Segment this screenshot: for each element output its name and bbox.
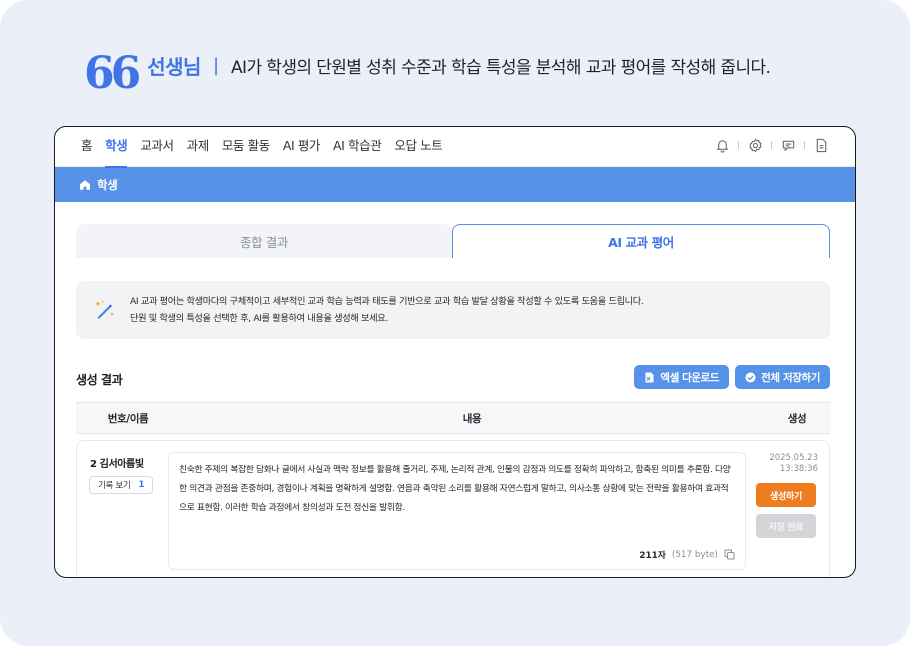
column-header-content: 내용 xyxy=(462,412,482,425)
nav-item-ai-assessment[interactable]: AI 평가 xyxy=(283,127,321,167)
top-navigation: 홈 학생 교과서 과제 모둠 활동 AI 평가 AI 학습관 오답 노트 xyxy=(55,127,855,168)
excel-download-label: 엑셀 다운로드 xyxy=(660,371,720,384)
caption-separator: | xyxy=(212,54,220,76)
excel-download-button[interactable]: 엑셀 다운로드 xyxy=(634,365,730,389)
check-circle-icon xyxy=(745,372,756,383)
info-line-2: 단원 및 학생의 특성을 선택한 후, AI를 활용하여 내용을 생성해 보세요… xyxy=(130,313,388,324)
nav-item-group-activity[interactable]: 모둠 활동 xyxy=(222,127,270,167)
breadcrumb-label: 학생 xyxy=(97,177,118,192)
comment-meta: 211자 (517 byte) xyxy=(639,548,735,561)
app-window: 홈 학생 교과서 과제 모둠 활동 AI 평가 AI 학습관 오답 노트 학생 … xyxy=(54,126,856,578)
nav-divider xyxy=(738,141,739,149)
settings-icon[interactable] xyxy=(747,137,763,153)
student-name: 2 김서아름빛 xyxy=(90,459,144,470)
nav-divider xyxy=(804,141,805,149)
save-complete-button: 저장 완료 xyxy=(756,514,816,538)
caption-description: AI가 학생의 단원별 성취 수준과 학습 특성을 분석해 교과 평어를 작성해… xyxy=(231,57,771,78)
breadcrumb: 학생 xyxy=(55,167,855,202)
table-row: 2 김서아름빛 기록 보기 1 친숙한 주제의 복잡한 담화나 글에서 사실과 … xyxy=(76,440,830,577)
info-text: AI 교과 평어는 학생마다의 구체적이고 세부적인 교과 학습 능력과 태도를… xyxy=(130,293,644,327)
nav-divider xyxy=(771,141,772,149)
tab-summary-result[interactable]: 종합 결과 xyxy=(76,224,452,258)
bell-icon[interactable] xyxy=(714,137,730,153)
nav-item-student[interactable]: 학생 xyxy=(105,127,128,168)
caption-role: 선생님 xyxy=(147,54,201,79)
section-title: 생성 결과 xyxy=(76,373,123,387)
view-record-button[interactable]: 기록 보기 1 xyxy=(89,476,154,494)
generated-date: 2025.05.23 xyxy=(769,453,818,463)
table-header: 번호/이름 내용 생성 xyxy=(76,402,830,434)
comment-text: 친숙한 주제의 복잡한 담화나 글에서 사실과 맥락 정보를 활용해 줄거리, … xyxy=(179,465,731,513)
comment-textarea[interactable]: 친숙한 주제의 복잡한 담화나 글에서 사실과 맥락 정보를 활용해 줄거리, … xyxy=(168,452,746,570)
byte-count: (517 byte) xyxy=(671,549,718,560)
save-all-label: 전체 저장하기 xyxy=(761,371,820,384)
nav-item-assignment[interactable]: 과제 xyxy=(187,127,210,167)
nav-item-ai-learning[interactable]: AI 학습관 xyxy=(333,127,382,167)
chat-icon[interactable] xyxy=(780,137,796,153)
info-box: AI 교과 평어는 학생마다의 구체적이고 세부적인 교과 학습 능력과 태도를… xyxy=(76,281,830,339)
save-all-button[interactable]: 전체 저장하기 xyxy=(735,365,830,389)
document-icon[interactable] xyxy=(813,137,829,153)
home-icon[interactable] xyxy=(79,179,91,191)
info-line-1: AI 교과 평어는 학생마다의 구체적이고 세부적인 교과 학습 능력과 태도를… xyxy=(130,296,644,307)
view-record-label: 기록 보기 xyxy=(98,481,131,491)
copy-icon[interactable] xyxy=(724,549,735,560)
column-header-name: 번호/이름 xyxy=(107,412,149,425)
nav-item-home[interactable]: 홈 xyxy=(81,127,93,167)
action-buttons: 엑셀 다운로드 전체 저장하기 xyxy=(634,365,830,389)
nav-item-wrong-answer-note[interactable]: 오답 노트 xyxy=(394,127,442,167)
caption: 66 선생님 | AI가 학생의 단원별 성취 수준과 학습 특성을 분석해 교… xyxy=(84,48,771,99)
char-count: 211자 xyxy=(639,551,666,561)
nav-icon-group xyxy=(714,137,829,153)
generated-timestamp: 2025.05.23 13:38:36 xyxy=(769,453,818,475)
generated-time: 13:38:36 xyxy=(779,464,818,474)
tab-bar: 종합 결과 AI 교과 평어 xyxy=(76,224,830,258)
excel-file-icon xyxy=(644,372,655,383)
nav-item-textbook[interactable]: 교과서 xyxy=(140,127,174,167)
generate-button[interactable]: 생성하기 xyxy=(756,483,816,507)
magic-pen-icon xyxy=(92,297,118,323)
column-header-generate: 생성 xyxy=(787,412,807,425)
quote-mark-icon: 66 xyxy=(84,48,141,99)
record-count: 1 xyxy=(138,480,145,490)
tab-ai-subject-comment[interactable]: AI 교과 평어 xyxy=(452,224,830,258)
